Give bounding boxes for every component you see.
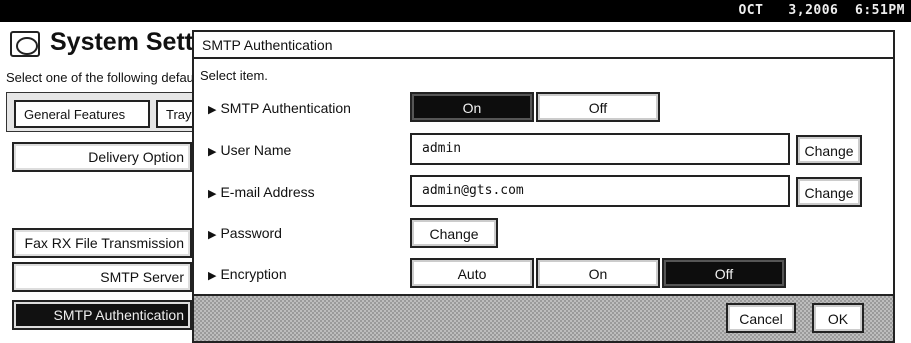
dialog-instruction: Select item. <box>200 68 268 83</box>
system-settings-icon <box>10 31 40 57</box>
user-name-change-button[interactable]: Change <box>796 135 862 165</box>
email-address-change-button[interactable]: Change <box>796 177 862 207</box>
tab-tray-paper-settings[interactable]: Tray Paper Settings <box>156 100 196 128</box>
password-label: ▶ Password <box>208 225 282 241</box>
page-instruction: Select one of the following default sett… <box>6 70 196 85</box>
background-screen: System Settings Select one of the follow… <box>0 22 196 343</box>
smtp-auth-on-button[interactable]: On <box>410 92 534 122</box>
user-name-label: ▶ User Name <box>208 142 292 158</box>
arrow-right-icon: ▶ <box>208 270 217 282</box>
email-address-field[interactable]: admin@gts.com <box>410 175 790 207</box>
encryption-on-button[interactable]: On <box>536 258 660 288</box>
smtp-authentication-button[interactable]: SMTP Authentication <box>12 300 192 330</box>
email-address-label: ▶ E-mail Address <box>208 184 315 200</box>
ok-button[interactable]: OK <box>812 303 864 333</box>
encryption-off-button[interactable]: Off <box>662 258 786 288</box>
smtp-auth-off-button[interactable]: Off <box>536 92 660 122</box>
delivery-option-button[interactable]: Delivery Option <box>12 142 192 172</box>
date-time: OCT 3,2006 6:51PM <box>738 3 905 18</box>
cancel-button[interactable]: Cancel <box>726 303 796 333</box>
encryption-auto-button[interactable]: Auto <box>410 258 534 288</box>
arrow-right-icon: ▶ <box>208 188 217 200</box>
dialog-title: SMTP Authentication <box>194 32 893 59</box>
page-title: System Settings <box>50 28 196 56</box>
smtp-authentication-label: ▶ SMTP Authentication <box>208 100 351 116</box>
smtp-server-button[interactable]: SMTP Server <box>12 262 192 292</box>
fax-rx-file-transmission-button[interactable]: Fax RX File Transmission <box>12 228 192 258</box>
arrow-right-icon: ▶ <box>208 229 217 241</box>
user-name-field[interactable]: admin <box>410 133 790 165</box>
arrow-right-icon: ▶ <box>208 104 217 116</box>
password-change-button[interactable]: Change <box>410 218 498 248</box>
encryption-label: ▶ Encryption <box>208 266 287 282</box>
dialog-action-bar: Cancel OK <box>194 294 893 341</box>
status-bar: OCT 3,2006 6:51PM <box>0 0 911 22</box>
smtp-authentication-dialog: SMTP Authentication Select item. ▶ SMTP A… <box>192 30 895 343</box>
tab-general-features[interactable]: General Features <box>14 100 150 128</box>
arrow-right-icon: ▶ <box>208 146 217 158</box>
